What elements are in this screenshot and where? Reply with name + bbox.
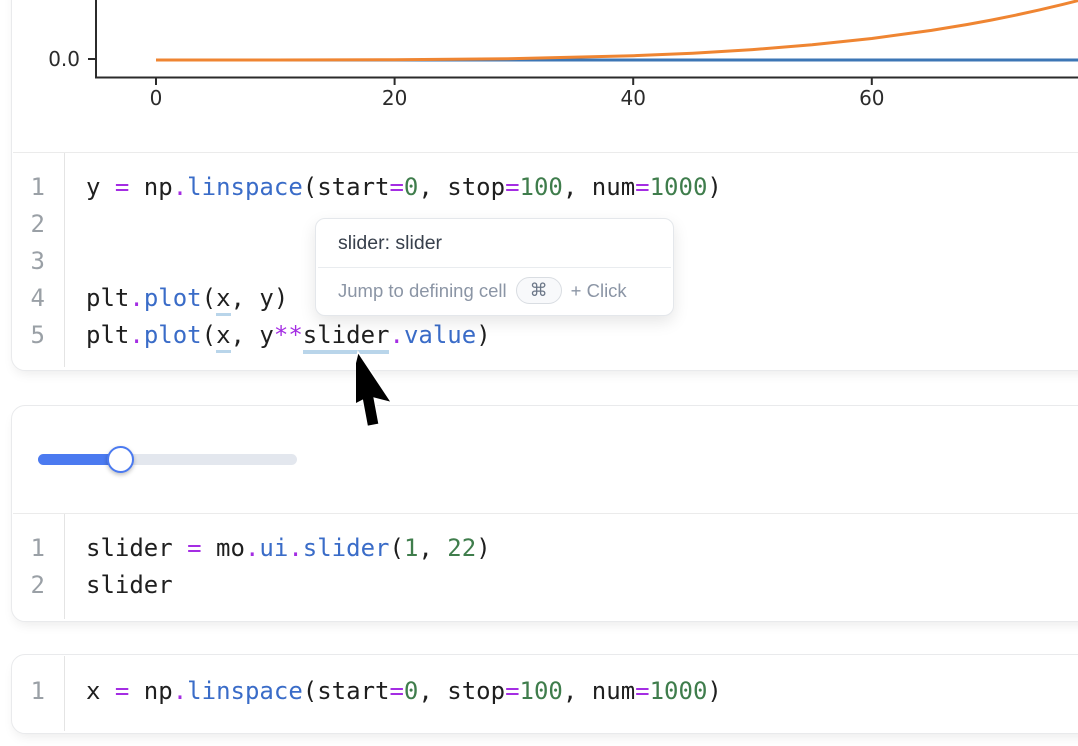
code-token: , num (563, 173, 635, 201)
code-editor[interactable]: 1x = np.linspace(start=0, stop=100, num=… (0, 672, 722, 709)
code-token: . (173, 173, 187, 201)
line-number: 1 (0, 677, 45, 705)
code-token: . (129, 284, 143, 312)
code-token: ) (707, 173, 721, 201)
code-token: slider (86, 571, 173, 599)
code-token: plt (86, 284, 129, 312)
code-editor[interactable]: 1slider = mo.ui.slider(1, 22)2slider (0, 529, 491, 603)
variable-reference[interactable]: slider (303, 321, 390, 354)
code-line[interactable]: 1slider = mo.ui.slider(1, 22) (0, 529, 491, 566)
tooltip-jump-action[interactable]: Jump to defining cell ⌘ + Click (316, 268, 673, 315)
code-token: , stop (418, 677, 505, 705)
mouse-cursor-icon (356, 350, 414, 434)
line-number: 4 (0, 284, 45, 312)
code-token: 1 (404, 534, 418, 562)
code-token: mo (202, 534, 245, 562)
tooltip-title: slider: slider (316, 219, 673, 267)
slider-thumb[interactable] (107, 446, 134, 473)
code-line[interactable]: 1y = np.linspace(start=0, stop=100, num=… (0, 168, 722, 205)
code-token: plot (144, 321, 202, 349)
cell-output-divider (13, 513, 1078, 514)
code-token: , num (563, 677, 635, 705)
code-token: . (129, 321, 143, 349)
code-token: . (288, 534, 302, 562)
code-token: = (389, 677, 403, 705)
code-token: 0 (404, 173, 418, 201)
code-line[interactable]: 5plt.plot(x, y**slider.value) (0, 316, 722, 353)
code-token: 100 (520, 677, 563, 705)
line-number: 1 (0, 173, 45, 201)
code-token: ( (202, 321, 216, 349)
code-token: np (129, 173, 172, 201)
code-token: ** (274, 321, 303, 349)
code-token: plot (144, 284, 202, 312)
svg-text:0: 0 (150, 86, 163, 110)
code-token: = (389, 173, 403, 201)
code-token: = (505, 677, 519, 705)
tooltip-action-label: Jump to defining cell (338, 280, 507, 302)
code-token: = (115, 173, 129, 201)
code-token: (start (303, 173, 390, 201)
code-token: 100 (520, 173, 563, 201)
code-token: = (187, 534, 201, 562)
code-token: ) (707, 677, 721, 705)
code-token: np (129, 677, 172, 705)
command-key-icon: ⌘ (530, 280, 548, 301)
variable-reference[interactable]: x (216, 321, 230, 353)
code-token: slider (303, 534, 390, 562)
svg-text:20: 20 (382, 86, 407, 110)
code-token: = (115, 677, 129, 705)
code-line[interactable]: 2 slider (0, 566, 491, 603)
matplotlib-plot-output: 0 20 40 60 0.0 (0, 0, 1078, 153)
line-number: 5 (0, 321, 45, 349)
code-token: y (86, 173, 115, 201)
line-number: 2 (0, 210, 45, 238)
variable-tooltip: slider: slider Jump to defining cell ⌘ +… (315, 218, 674, 316)
code-token: ) (476, 321, 490, 349)
code-token: , (418, 534, 447, 562)
code-token: ui (259, 534, 288, 562)
line-number: 3 (0, 247, 45, 275)
code-token: 1000 (650, 173, 708, 201)
code-token: , stop (418, 173, 505, 201)
line-number: 1 (0, 534, 45, 562)
notebook-page: 02040600.0 1y = np.linspace(start=0, sto… (0, 0, 1078, 746)
code-token: = (635, 677, 649, 705)
code-token: x (86, 677, 115, 705)
command-keycap: ⌘ (516, 277, 562, 304)
code-token: 0 (404, 677, 418, 705)
code-token: 22 (447, 534, 476, 562)
code-token: linspace (187, 677, 303, 705)
code-token: value (404, 321, 476, 349)
code-token: = (635, 173, 649, 201)
code-token: . (389, 321, 403, 349)
code-token: , y (231, 321, 274, 349)
code-token: . (173, 677, 187, 705)
code-token: , y) (231, 284, 289, 312)
tooltip-action-suffix: + Click (571, 280, 627, 302)
code-token: ( (389, 534, 403, 562)
svg-text:40: 40 (620, 86, 645, 110)
code-token: plt (86, 321, 129, 349)
svg-text:0.0: 0.0 (48, 47, 80, 71)
code-token: ( (202, 284, 216, 312)
code-token: . (245, 534, 259, 562)
code-token: ) (476, 534, 490, 562)
code-token: 1000 (650, 677, 708, 705)
code-token: (start (303, 677, 390, 705)
svg-text:60: 60 (859, 86, 884, 110)
line-number: 2 (0, 571, 45, 599)
code-token: linspace (187, 173, 303, 201)
code-token: = (505, 173, 519, 201)
code-line[interactable]: 1x = np.linspace(start=0, stop=100, num=… (0, 672, 722, 709)
code-token: slider (86, 534, 187, 562)
variable-reference[interactable]: x (216, 284, 230, 316)
